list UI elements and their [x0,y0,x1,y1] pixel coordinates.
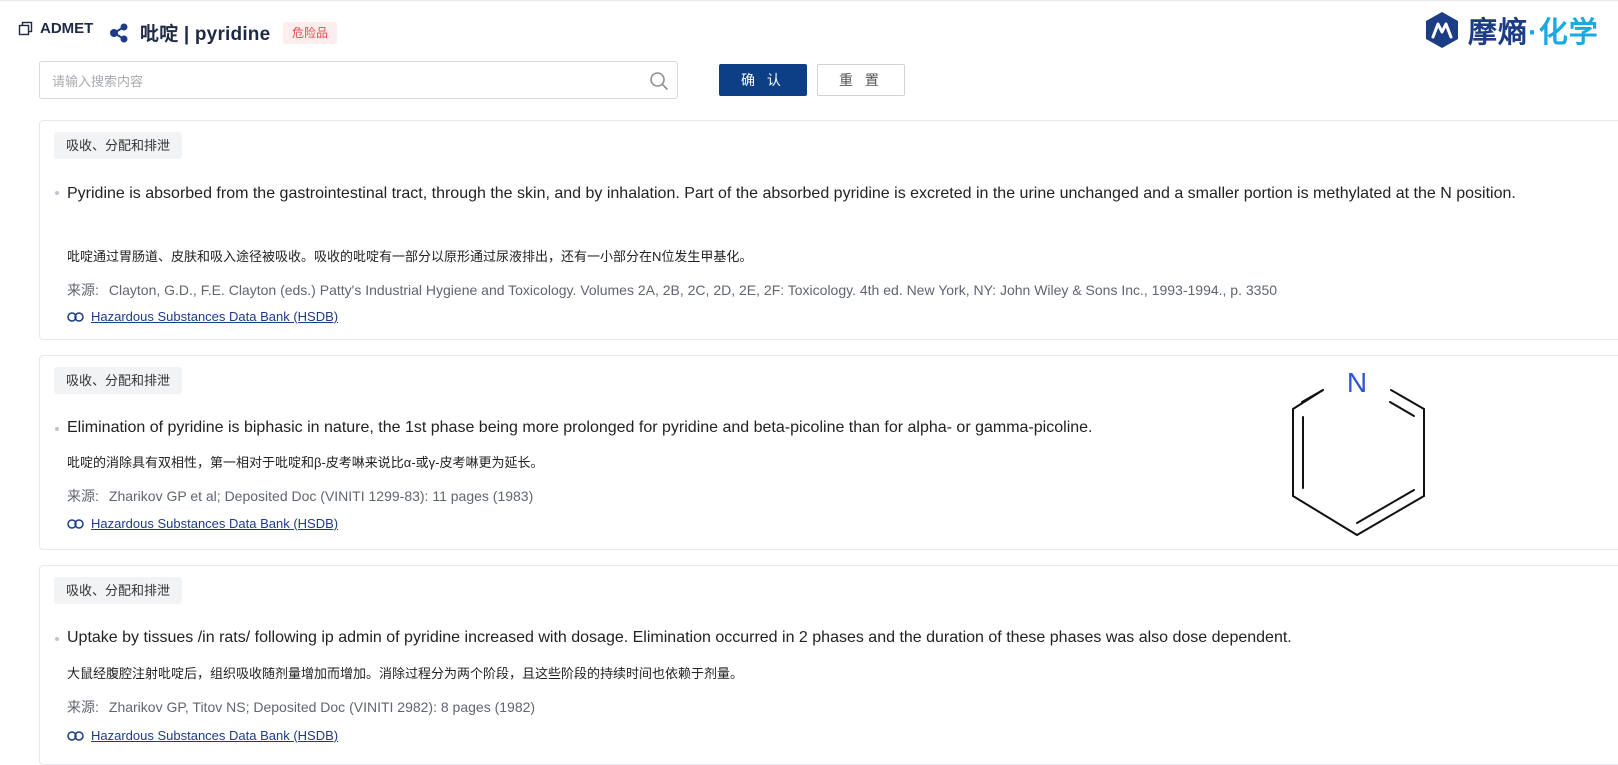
category-tag: 吸收、分配和排泄 [54,577,183,604]
hsdb-link[interactable]: Hazardous Substances Data Bank (HSDB) [67,516,338,531]
source-text: Clayton, G.D., F.E. Clayton (eds.) Patty… [108,282,1278,298]
hsdb-link-text: Hazardous Substances Data Bank (HSDB) [91,309,339,324]
search-box [39,61,678,100]
bullet-dot [55,191,59,195]
record-english-text: Pyridine is absorbed from the gastrointe… [67,185,1516,202]
link-icon [67,730,84,741]
hsdb-link-text: Hazardous Substances Data Bank (HSDB) [91,728,339,743]
nitrogen-atom-label: N [1347,367,1367,398]
record-source: 来源: Zharikov GP et al; Deposited Doc (VIN… [67,486,533,506]
copy-icon [18,21,33,36]
search-icon[interactable] [649,71,669,91]
brand-logo[interactable]: 摩熵·化学 [1424,8,1599,52]
bond-c2-top [1292,389,1324,410]
compound-title: 吡啶 | pyridine [108,19,270,46]
link-icon [67,518,84,529]
search-input[interactable] [50,62,634,100]
bullet-dot [55,427,59,431]
category-tag: 吸收、分配和排泄 [54,367,183,394]
record-english-text: Uptake by tissues /in rats/ following ip… [67,629,1292,646]
molecule-icon [110,23,128,42]
record-source: 来源: Zharikov GP, Titov NS; Deposited Doc … [67,697,535,717]
top-divider [0,0,1618,1]
brand-accent: 化学 [1538,17,1599,49]
source-text: Zharikov GP et al; Deposited Doc (VINITI… [108,488,534,504]
bond-c5-c4 [1356,495,1425,536]
record-card-3: 吸收、分配和排泄 Uptake by tissues /in rats/ fol… [39,565,1618,765]
source-label: 来源: [67,282,99,298]
brand-text: 摩熵·化学 [1468,9,1599,51]
hsdb-link[interactable]: Hazardous Substances Data Bank (HSDB) [67,728,338,743]
category-tag: 吸收、分配和排泄 [54,132,183,159]
link-icon [67,311,84,322]
confirm-button[interactable]: 确 认 [719,64,807,96]
bullet-dot [55,637,59,641]
brand-dot: · [1528,17,1539,49]
bond-c4-c3 [1292,495,1358,536]
source-label: 来源: [67,699,99,715]
record-chinese-text: 大鼠经腹腔注射吡啶后，组织吸收随剂量增加而增加。消除过程分为两个阶段，且这些阶段… [67,666,744,681]
source-label: 来源: [67,488,99,504]
admet-module-label[interactable]: ADMET [18,20,93,37]
pyridine-structure: N [1292,367,1425,536]
reset-button[interactable]: 重 置 [817,64,905,96]
brand-logo-icon [1426,12,1458,48]
bond-n-c6-inner [1389,401,1415,417]
module-name: ADMET [40,20,94,37]
source-text: Zharikov GP, Titov NS; Deposited Doc (VI… [108,699,536,715]
hsdb-link[interactable]: Hazardous Substances Data Bank (HSDB) [67,309,338,324]
record-card-1: 吸收、分配和排泄 Pyridine is absorbed from the g… [39,120,1618,340]
record-source: 来源: Clayton, G.D., F.E. Clayton (eds.) Pa… [67,280,1277,300]
hazard-badge: 危险品 [283,22,338,44]
brand-main: 摩熵 [1468,17,1529,49]
record-chinese-text: 吡啶通过胃肠道、皮肤和吸入途径被吸收。吸收的吡啶有一部分以原形通过尿液排出，还有… [67,249,753,264]
hsdb-link-text: Hazardous Substances Data Bank (HSDB) [91,516,339,531]
compound-name: 吡啶 | pyridine [140,24,271,45]
record-chinese-text: 吡啶的消除具有双相性，第一相对于吡啶和β-皮考啉来说比α-或γ-皮考啉更为延长。 [67,455,544,470]
